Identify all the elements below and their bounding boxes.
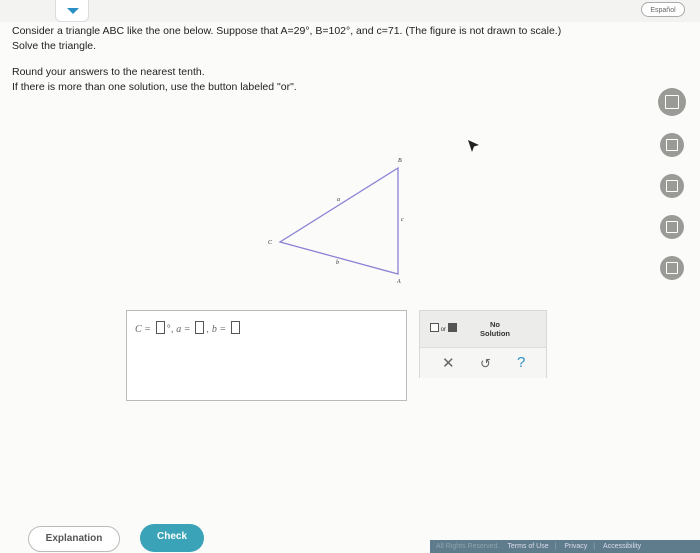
- explanation-button[interactable]: Explanation: [28, 526, 120, 552]
- privacy-link[interactable]: Privacy: [564, 543, 587, 550]
- check-button[interactable]: Check: [140, 524, 204, 552]
- or-label: or: [440, 327, 447, 333]
- message-button[interactable]: [660, 256, 684, 280]
- or-button[interactable]: or: [430, 323, 457, 333]
- side-a-label: a: [337, 197, 340, 203]
- terms-link[interactable]: Terms of Use: [507, 543, 548, 550]
- problem-line-4: If there is more than one solution, use …: [12, 81, 297, 93]
- answer-keypad: or No Solution ✕ ↺ ?: [419, 310, 547, 378]
- no-solution-line-2: Solution: [480, 329, 510, 338]
- collapse-button[interactable]: [55, 0, 89, 22]
- no-solution-line-1: No: [490, 320, 500, 329]
- calculator-icon: [665, 95, 679, 109]
- mouse-cursor-icon: [468, 140, 479, 152]
- empty-box-icon: [430, 323, 439, 332]
- language-button[interactable]: Español: [641, 2, 685, 17]
- book-icon: [666, 180, 678, 192]
- problem-statement: Consider a triangle ABC like the one bel…: [12, 24, 682, 95]
- side-c-label: c: [401, 217, 404, 223]
- undo-button[interactable]: ↺: [480, 356, 491, 372]
- clear-button[interactable]: ✕: [442, 354, 455, 372]
- video-button[interactable]: [660, 133, 684, 157]
- help-button[interactable]: ?: [517, 354, 525, 371]
- vertex-b-label: B: [398, 158, 402, 164]
- mail-icon: [666, 262, 678, 274]
- side-b-label: b: [336, 260, 339, 266]
- filled-box-icon: [447, 323, 457, 332]
- no-solution-button[interactable]: No Solution: [480, 320, 510, 338]
- side-a-answer-label: a =: [176, 324, 191, 335]
- accessibility-link[interactable]: Accessibility: [603, 543, 641, 550]
- keypad-actions: ✕ ↺ ?: [420, 347, 546, 378]
- vertex-c-label: C: [268, 240, 273, 246]
- rights-text: All Rights Reserved.: [436, 543, 500, 550]
- problem-line-1: Consider a triangle ABC like the one bel…: [12, 25, 562, 37]
- side-a-input[interactable]: [195, 321, 205, 334]
- triangle-figure: B C A a b c: [268, 158, 404, 285]
- problem-line-2: Solve the triangle.: [12, 40, 97, 52]
- c-angle-input[interactable]: [155, 321, 165, 334]
- side-b-input[interactable]: [230, 321, 240, 334]
- answer-area: C = °, a = , b =: [126, 310, 407, 401]
- top-bar: Español: [0, 0, 700, 22]
- answer-line: C = °, a = , b =: [135, 321, 242, 335]
- side-toolbar: [658, 88, 688, 297]
- footer-separator: |: [554, 543, 557, 550]
- play-icon: [666, 139, 678, 151]
- problem-line-3: Round your answers to the nearest tenth.: [12, 66, 205, 78]
- footer-links: All Rights Reserved. Terms of Use | Priv…: [430, 540, 700, 553]
- glossary-icon: [666, 221, 678, 233]
- vertex-a-label: A: [396, 279, 401, 285]
- comma-separator: ,: [206, 324, 210, 335]
- footer-separator: |: [593, 543, 596, 550]
- chevron-down-icon: [67, 8, 79, 14]
- c-angle-label: C =: [135, 324, 151, 335]
- calculator-button[interactable]: [658, 88, 686, 116]
- degree-separator: °,: [166, 324, 174, 335]
- textbook-button[interactable]: [660, 174, 684, 198]
- side-b-answer-label: b =: [211, 324, 227, 335]
- glossary-button[interactable]: [660, 215, 684, 239]
